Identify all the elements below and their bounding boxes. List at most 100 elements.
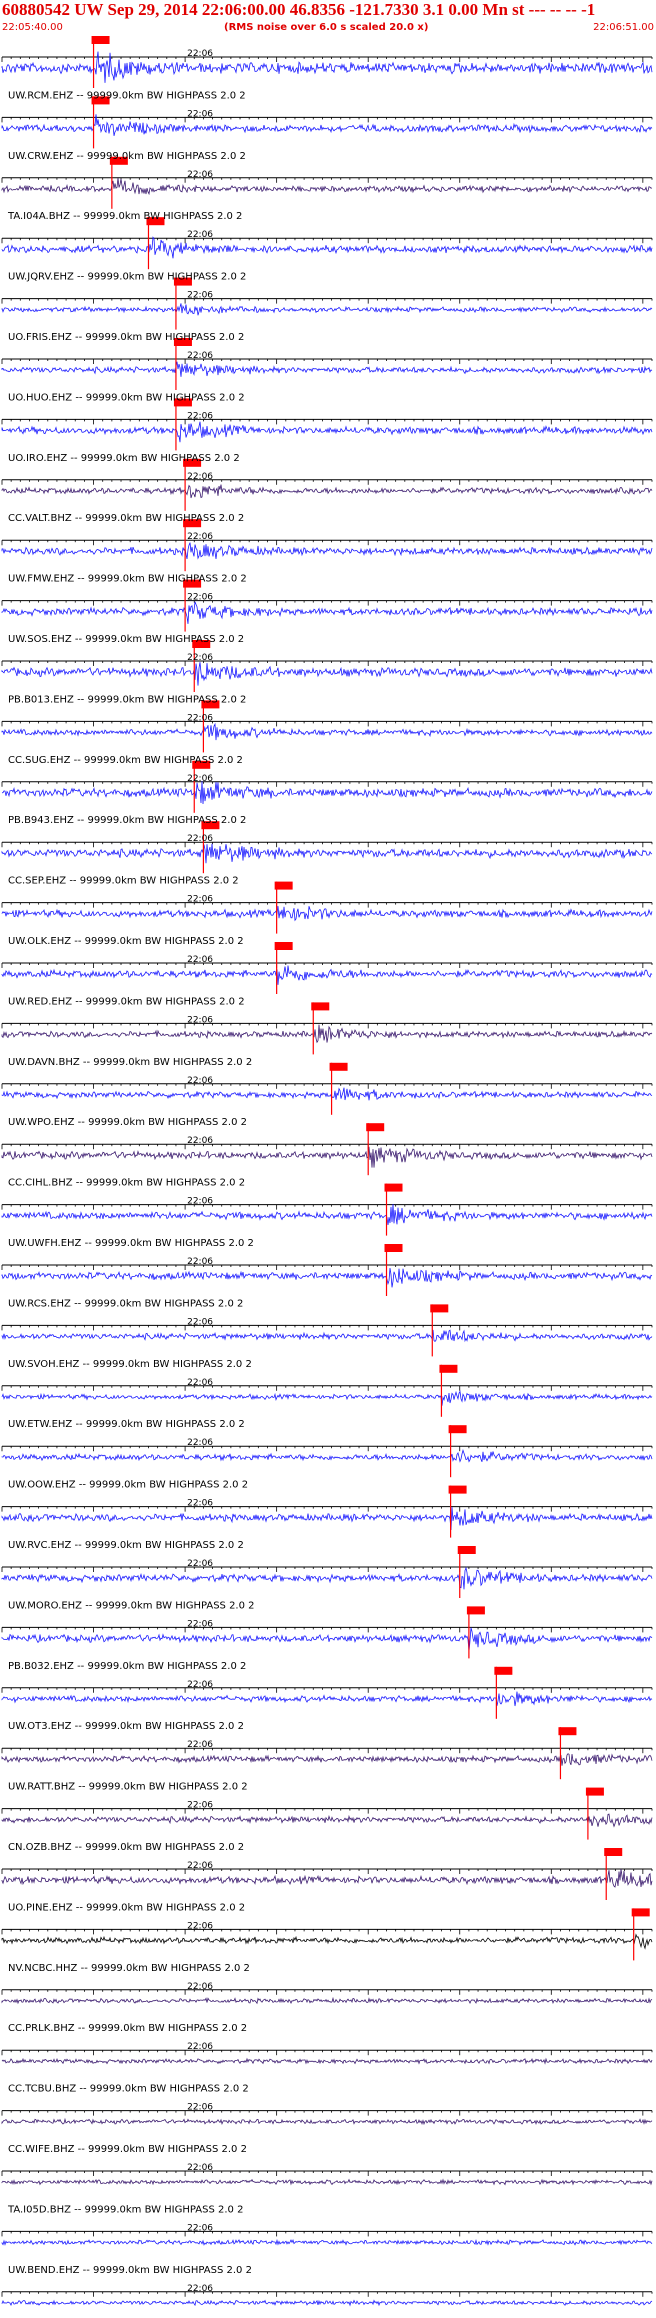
pick-marker	[311, 1002, 330, 1011]
pick-marker	[604, 1848, 623, 1856]
pick-marker	[631, 1908, 650, 1917]
waveform-trace	[1, 601, 653, 624]
waveform-trace	[1, 1507, 653, 1531]
waveform-trace	[1, 2238, 653, 2246]
station-label: UW.RCS.EHZ -- 99999.0km BW HIGHPASS 2.0 …	[8, 1298, 243, 1309]
pick-marker	[384, 1244, 403, 1252]
time-axis-label: 22:06	[187, 1559, 213, 1569]
station-label: CC.SEP.EHZ -- 99999.0km BW HIGHPASS 2.0 …	[8, 876, 239, 887]
waveform-trace	[1, 236, 653, 259]
station-label: CC.SUG.EHZ -- 99999.0km BW HIGHPASS 2.0 …	[8, 755, 243, 766]
station-label: UW.UWFH.EHZ -- 99999.0km BW HIGHPASS 2.0…	[8, 1238, 254, 1249]
station-label: UW.RED.EHZ -- 99999.0km BW HIGHPASS 2.0 …	[8, 996, 245, 1007]
time-axis-label: 22:06	[187, 1257, 213, 1267]
time-axis-label: 22:06	[187, 1680, 213, 1690]
station-label: CN.OZB.BHZ -- 99999.0km BW HIGHPASS 2.0 …	[8, 1842, 244, 1853]
waveform-trace	[1, 1267, 653, 1288]
station-label: UW.CRW.EHZ -- 99999.0km BW HIGHPASS 2.0 …	[8, 151, 246, 162]
pick-marker	[494, 1666, 513, 1675]
time-axis-label: 22:06	[187, 472, 213, 482]
pick-marker	[366, 1123, 385, 1132]
seismogram-plot: 22:06 UW.RCM.EHZ -- 99999.0km BW HIGHPASS…	[1, 36, 653, 2307]
station-label: UW.SOS.EHZ -- 99999.0km BW HIGHPASS 2.0 …	[8, 634, 244, 645]
waveform-trace	[1, 1869, 653, 1888]
station-label: UW.RVC.EHZ -- 99999.0km BW HIGHPASS 2.0 …	[8, 1540, 244, 1551]
time-axis-label: 22:06	[187, 2284, 213, 2294]
time-axis-label: 22:06	[187, 532, 213, 542]
pick-marker	[91, 36, 110, 44]
station-label: CC.PRLK.BHZ -- 99999.0km BW HIGHPASS 2.0…	[8, 2023, 247, 2034]
time-axis-label: 22:06	[187, 351, 213, 361]
waveform-trace	[1, 843, 653, 864]
station-label: UW.DAVN.BHZ -- 99999.0km BW HIGHPASS 2.0…	[8, 1057, 252, 1068]
station-label: UO.IRO.EHZ -- 99999.0km BW HIGHPASS 2.0 …	[8, 453, 240, 464]
waveform-trace	[1, 1329, 653, 1343]
time-axis-label: 22:06	[187, 1015, 213, 1025]
waveform-trace	[1, 1390, 653, 1406]
time-axis-label: 22:06	[187, 411, 213, 421]
time-axis-label: 22:06	[187, 1438, 213, 1448]
station-label: UW.OLK.EHZ -- 99999.0km BW HIGHPASS 2.0 …	[8, 936, 244, 947]
time-axis-label: 22:06	[187, 2103, 213, 2113]
waveform-trace	[1, 1203, 653, 1225]
time-axis-label: 22:06	[187, 713, 213, 723]
time-axis-label: 22:06	[187, 1801, 213, 1811]
time-axis-label: 22:06	[187, 230, 213, 240]
time-axis-label: 22:06	[187, 1740, 213, 1750]
pick-marker	[274, 881, 293, 890]
station-label: TA.I04A.BHZ -- 99999.0km BW HIGHPASS 2.0…	[7, 211, 242, 222]
time-axis-label: 22:06	[187, 291, 213, 301]
waveform-trace	[1, 2178, 653, 2186]
station-label: UW.SVOH.EHZ -- 99999.0km BW HIGHPASS 2.0…	[8, 1359, 252, 1370]
time-axis-label: 22:06	[187, 1136, 213, 1146]
time-axis-label: 22:06	[187, 170, 213, 180]
station-label: CC.WIFE.BHZ -- 99999.0km BW HIGHPASS 2.0…	[8, 2144, 247, 2155]
station-label: UW.MORO.EHZ -- 99999.0km BW HIGHPASS 2.0…	[8, 1600, 255, 1611]
time-axis-label: 22:06	[187, 2223, 213, 2233]
waveform-trace	[1, 484, 653, 499]
waveform-trace	[1, 781, 653, 805]
pick-marker	[439, 1364, 458, 1373]
station-label: UW.OOW.EHZ -- 99999.0km BW HIGHPASS 2.0 …	[8, 1480, 248, 1491]
station-label: CC.CIHL.BHZ -- 99999.0km BW HIGHPASS 2.0…	[8, 1178, 245, 1189]
time-axis-label: 22:06	[187, 2163, 213, 2173]
pick-marker	[448, 1485, 467, 1494]
time-axis-label: 22:06	[187, 774, 213, 784]
station-label: UW.JQRV.EHZ -- 99999.0km BW HIGHPASS 2.0…	[8, 272, 246, 283]
station-label: PB.B032.EHZ -- 99999.0km BW HIGHPASS 2.0…	[8, 1661, 246, 1672]
waveform-trace	[1, 1449, 653, 1463]
time-axis-label: 22:06	[187, 834, 213, 844]
station-label: UW.BEND.EHZ -- 99999.0km BW HIGHPASS 2.0…	[8, 2265, 252, 2276]
waveform-trace	[1, 906, 653, 922]
waveform-trace	[1, 1024, 653, 1044]
time-axis-label: 22:06	[187, 2042, 213, 2052]
waveform-trace	[1, 1146, 653, 1168]
station-label: UW.ETW.EHZ -- 99999.0km BW HIGHPASS 2.0 …	[8, 1419, 245, 1430]
station-label: CC.TCBU.BHZ -- 99999.0km BW HIGHPASS 2.0…	[8, 2084, 249, 2095]
waveform-trace	[1, 965, 653, 985]
waveform-trace	[1, 178, 653, 196]
time-axis-label: 22:06	[187, 109, 213, 119]
station-label: UW.WPO.EHZ -- 99999.0km BW HIGHPASS 2.0 …	[8, 1117, 247, 1128]
time-axis-label: 22:06	[187, 1076, 213, 1086]
station-label: UW.OT3.EHZ -- 99999.0km BW HIGHPASS 2.0 …	[8, 1721, 244, 1732]
waveform-trace	[1, 1087, 653, 1101]
pick-marker	[457, 1546, 476, 1554]
waveform-trace	[1, 722, 653, 741]
time-axis-label: 22:06	[187, 1197, 213, 1207]
station-label: UO.HUO.EHZ -- 99999.0km BW HIGHPASS 2.0 …	[8, 392, 245, 403]
pick-marker	[448, 1425, 467, 1434]
waveform-trace	[1, 542, 653, 560]
station-label: UW.RCM.EHZ -- 99999.0km BW HIGHPASS 2.0 …	[8, 90, 246, 101]
waveform-trace	[1, 1566, 653, 1590]
pick-marker	[585, 1787, 604, 1796]
time-axis-label: 22:06	[187, 1921, 213, 1931]
waveform-trace	[1, 51, 653, 83]
waveform-trace	[1, 1753, 653, 1766]
station-label: TA.I05D.BHZ -- 99999.0km BW HIGHPASS 2.0…	[7, 2204, 243, 2215]
waveform-trace	[1, 421, 653, 443]
waveform-trace	[1, 2057, 653, 2065]
time-axis-label: 22:06	[187, 1499, 213, 1509]
waveform-trace	[1, 2299, 653, 2307]
waveform-trace	[1, 1933, 653, 1950]
